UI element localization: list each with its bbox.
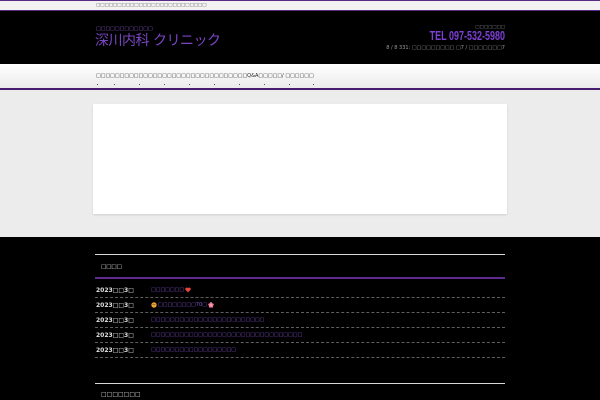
nav-separator — [139, 84, 140, 85]
footer-news-section: □□□□ 2023□□3□ □□□□□□□ 2023□□3□ □□□□□□□□7… — [0, 237, 600, 400]
news-title-text: □□□□□□□ — [151, 287, 185, 293]
face-icon — [151, 302, 157, 308]
news-title-link[interactable]: □□□□□□□□□□□□□□□□□□□□□□□□□□□□□□□□ — [151, 332, 302, 338]
clinic-logo[interactable]: 深川内科 クリニック — [95, 32, 221, 50]
news-date: 2023□□3□ — [96, 286, 134, 294]
site-header: □□□□□□□□□□□□ 深川内科 クリニック □□□□□□□ TEL 097-… — [0, 11, 600, 64]
opening-hours: 8 / 8 331: □□□□□□□□□ □7 / □□□□□□□7 — [386, 45, 505, 51]
nav-separator — [313, 84, 314, 85]
nav-menu-items[interactable]: □□□□□□□□□□□□□□□□□□□□□□□□□□□□□□□□Q&A□□□□□… — [96, 73, 314, 80]
global-nav: □□□□□□□□□□□□□□□□□□□□□□□□□□□□□□□□Q&A□□□□□… — [0, 64, 600, 90]
nav-separator — [114, 84, 115, 85]
news-date: 2023□□3□ — [96, 331, 134, 339]
news-item: 2023□□3□ □□□□□□□□□□□□□□□□□□□□□□□□□□□□□□□… — [95, 328, 505, 343]
divider — [95, 254, 505, 255]
news-heading: □□□□ — [101, 264, 122, 270]
main-area — [0, 90, 600, 237]
nav-separator — [189, 84, 190, 85]
news-title-link[interactable]: □□□□□□□□□□□□□□□□□□□□□□□□ — [151, 317, 264, 323]
news-item: 2023□□3□ □□□□□□□□70□ — [95, 298, 505, 313]
top-utility-bar: □□□□□□□□□□□□□□□□□□□□□□□□□□ — [0, 0, 600, 11]
news-title-link[interactable]: □□□□□□□□□□□□□□□□□□ — [151, 347, 236, 353]
heart-icon — [185, 287, 191, 293]
blossom-icon — [208, 302, 214, 308]
nav-separator — [289, 84, 290, 85]
news-item: 2023□□3□ □□□□□□□□□□□□□□□□□□□□□□□□ — [95, 313, 505, 328]
news-title-link[interactable]: □□□□□□□□70□ — [151, 302, 215, 308]
phone-number[interactable]: TEL 097-532-5980 — [430, 29, 505, 43]
content-panel — [93, 104, 507, 214]
site-description: □□□□□□□□□□□□□□□□□□□□□□□□□□ — [96, 3, 207, 8]
news-item: 2023□□3□ □□□□□□□□□□□□□□□□□□ — [95, 343, 505, 358]
nav-separator — [214, 84, 215, 85]
news-title-link[interactable]: □□□□□□□ — [151, 287, 192, 293]
nav-separator — [239, 84, 240, 85]
footer-section-heading: □□□□□□□ — [101, 391, 141, 398]
news-date: 2023□□3□ — [96, 301, 134, 309]
nav-separator — [264, 84, 265, 85]
news-list: 2023□□3□ □□□□□□□ 2023□□3□ □□□□□□□□70□ 20… — [95, 283, 505, 358]
nav-separator — [164, 84, 165, 85]
news-title-text: □□□□□□□□70□ — [158, 302, 207, 308]
news-date: 2023□□3□ — [96, 316, 134, 324]
news-heading-underline — [95, 277, 505, 279]
news-item: 2023□□3□ □□□□□□□ — [95, 283, 505, 298]
news-date: 2023□□3□ — [96, 346, 134, 354]
nav-separator — [97, 84, 98, 85]
divider — [95, 383, 505, 384]
